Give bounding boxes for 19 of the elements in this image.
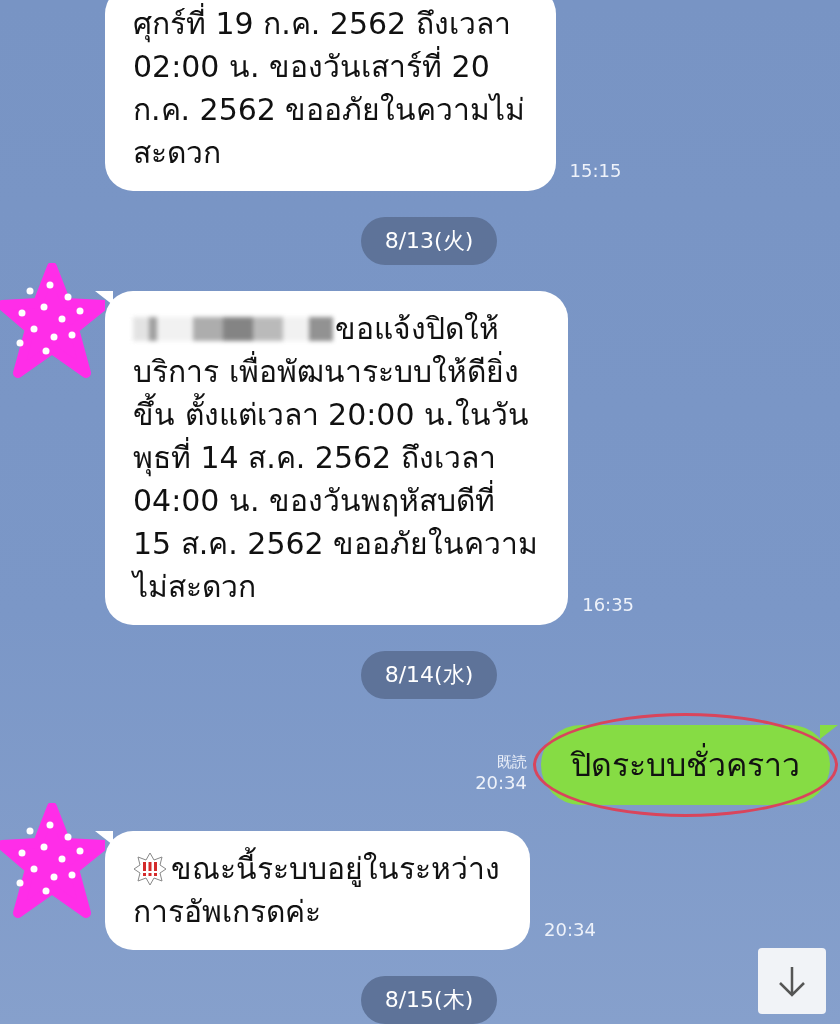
arrow-down-icon <box>777 965 807 997</box>
message-time: 15:15 <box>569 160 622 181</box>
message-time: 20:34 <box>544 919 596 940</box>
message-text: การอัพเกรดค่ะ <box>133 893 322 931</box>
read-receipt: 既読 <box>497 753 527 772</box>
date-divider: 8/13(火) <box>360 217 498 265</box>
date-divider: 8/15(木) <box>360 976 498 1024</box>
bubble-tail <box>820 725 838 739</box>
message-time: 20:34 <box>475 772 527 793</box>
scroll-down-button[interactable] <box>758 948 826 1014</box>
message-text: ขณะนี้ระบบอยู่ในระหว่าง <box>171 847 500 890</box>
avatar[interactable] <box>0 263 105 381</box>
message-text: ศุกร์ที่ 19 ก.ค. 2562 ถึงเวลา 02:00 น. ของวันเสาร์ที่ 20 ก.ค. 2562 ขออภัยในความไม่ สะดวก <box>133 2 526 174</box>
alert-icon <box>133 851 167 886</box>
message-text: บริการ เพื่อพัฒนาระบบให้ดียิ่ง ขึ้น ตั้งแต่เวลา 20:00 น.ในวัน พุธที่ 14 ส.ค. 2562 ถึงเวลา 04:00 น. ของวันพฤหัสบดีที่ 15 ส.ค. 2562 ขออภัยในความ ไม่สะดวก <box>133 350 539 608</box>
date-divider: 8/14(水) <box>360 651 498 699</box>
avatar[interactable] <box>0 803 105 921</box>
message-time: 16:35 <box>582 594 635 615</box>
message-text: ขอแจ้งปิดให้ <box>335 310 499 348</box>
